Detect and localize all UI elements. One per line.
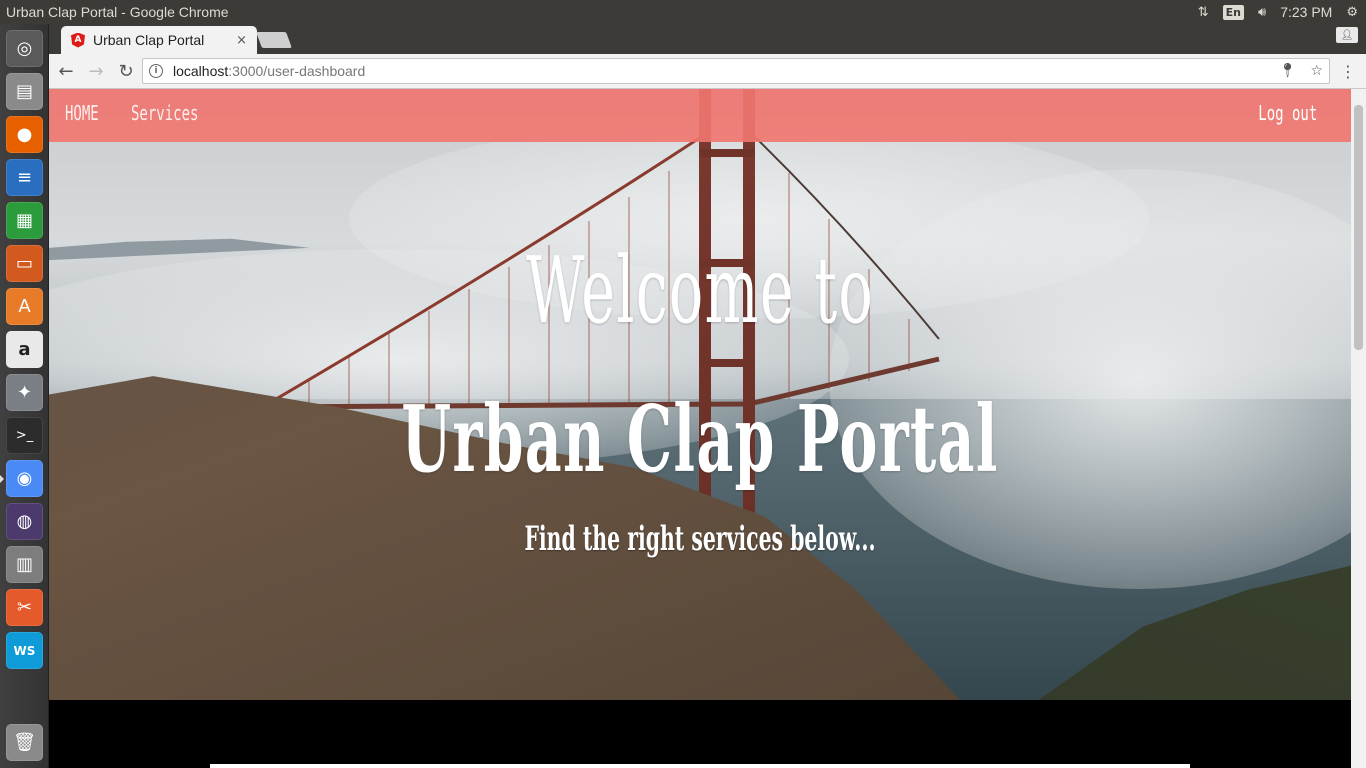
browser-toolbar: ← → ↻ i localhost:3000/user-dashboard 📍︎… bbox=[49, 54, 1366, 89]
system-settings-icon[interactable]: ✦ bbox=[6, 374, 43, 411]
window-title: Urban Clap Portal - Google Chrome bbox=[6, 4, 229, 20]
software-center-icon[interactable]: A bbox=[6, 288, 43, 325]
bookmark-star-icon[interactable]: ☆ bbox=[1310, 63, 1323, 79]
back-icon[interactable]: ← bbox=[53, 58, 79, 84]
new-tab-button[interactable] bbox=[256, 32, 292, 48]
services-card-top bbox=[210, 764, 1190, 768]
terminal-icon[interactable]: >_ bbox=[6, 417, 43, 454]
page-viewport: HOME Services Log out Welcome to Urban C… bbox=[49, 89, 1351, 768]
chrome-icon[interactable]: ◉ bbox=[6, 460, 43, 497]
profile-icon[interactable]: 👤︎ bbox=[1336, 27, 1358, 43]
url-text[interactable]: localhost:3000/user-dashboard bbox=[173, 63, 365, 79]
site-navbar: HOME Services Log out bbox=[49, 89, 1351, 142]
settings-gear-icon[interactable]: ⚙ bbox=[1346, 5, 1358, 20]
services-section bbox=[49, 700, 1351, 768]
clock[interactable]: 7:23 PM bbox=[1280, 4, 1332, 20]
address-bar[interactable]: i localhost:3000/user-dashboard 📍︎ ☆ bbox=[142, 58, 1330, 84]
chrome-menu-icon[interactable]: ⋮ bbox=[1340, 62, 1356, 81]
site-info-icon[interactable]: i bbox=[149, 64, 163, 78]
url-host: localhost bbox=[173, 63, 229, 79]
eclipse-icon[interactable]: ◍ bbox=[6, 503, 43, 540]
hero-section: HOME Services Log out Welcome to Urban C… bbox=[49, 89, 1351, 700]
tab-title: Urban Clap Portal bbox=[93, 32, 205, 48]
launcher: ◎ ▤ ● ≡ ▦ ▭ A a ✦ >_ ◉ ◍ ▥ ✂ WS 🗑︎ bbox=[0, 24, 49, 768]
page-scrollbar[interactable] bbox=[1351, 89, 1366, 768]
tower-beam bbox=[699, 359, 755, 367]
ubuntu-dash-icon[interactable]: ◎ bbox=[6, 30, 43, 67]
forward-icon[interactable]: → bbox=[83, 58, 109, 84]
keyboard-language[interactable]: En bbox=[1222, 4, 1244, 20]
firefox-icon[interactable]: ● bbox=[6, 116, 43, 153]
logout-link[interactable]: Log out bbox=[1258, 101, 1317, 125]
system-tray: ⇅ En 🔊︎ 7:23 PM ⚙ bbox=[1198, 0, 1366, 24]
omnibox-actions: 📍︎ ☆ bbox=[1279, 63, 1323, 79]
nav-home-link[interactable]: HOME bbox=[65, 101, 99, 125]
workspaces-icon[interactable]: ▥ bbox=[6, 546, 43, 583]
running-indicator bbox=[0, 475, 4, 483]
volume-icon[interactable]: 🔊︎ bbox=[1258, 5, 1266, 20]
tab-strip: A Urban Clap Portal × 👤︎ bbox=[49, 24, 1366, 54]
hero-title-line1: Welcome to bbox=[526, 237, 874, 344]
url-path: :3000/user-dashboard bbox=[228, 63, 366, 79]
hero-tagline: Find the right services below... bbox=[524, 519, 876, 559]
impress-icon[interactable]: ▭ bbox=[6, 245, 43, 282]
reload-icon[interactable]: ↻ bbox=[113, 58, 139, 84]
browser-chrome: A Urban Clap Portal × 👤︎ ← → ↻ i localho… bbox=[49, 24, 1366, 89]
amazon-icon[interactable]: a bbox=[6, 331, 43, 368]
pin-icon[interactable]: 📍︎ bbox=[1279, 63, 1297, 79]
calc-icon[interactable]: ▦ bbox=[6, 202, 43, 239]
hero-title-line2: Urban Clap Portal bbox=[401, 385, 999, 493]
tab-close-icon[interactable]: × bbox=[236, 33, 247, 48]
nav-services-link[interactable]: Services bbox=[131, 101, 198, 125]
trash-icon[interactable]: 🗑︎ bbox=[6, 724, 43, 761]
app-icon[interactable]: ✂ bbox=[6, 589, 43, 626]
tab-active[interactable]: A Urban Clap Portal × bbox=[61, 26, 257, 54]
top-panel: Urban Clap Portal - Google Chrome ⇅ En 🔊… bbox=[0, 0, 1366, 24]
writer-icon[interactable]: ≡ bbox=[6, 159, 43, 196]
files-icon[interactable]: ▤ bbox=[6, 73, 43, 110]
webstorm-icon[interactable]: WS bbox=[6, 632, 43, 669]
scrollbar-thumb[interactable] bbox=[1354, 105, 1363, 350]
tower-beam bbox=[699, 149, 755, 157]
network-icon[interactable]: ⇅ bbox=[1198, 5, 1209, 20]
angular-favicon-icon: A bbox=[71, 32, 85, 48]
